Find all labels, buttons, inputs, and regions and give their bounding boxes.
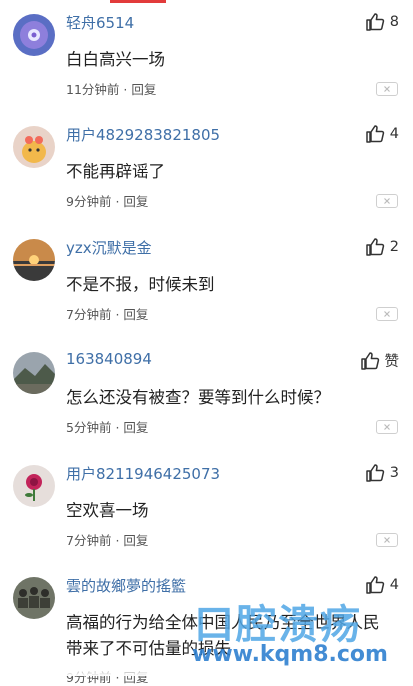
dismiss-button[interactable]: [376, 82, 398, 96]
reply-button[interactable]: 回复: [123, 307, 148, 322]
thumbs-up-icon: [365, 237, 385, 257]
dismiss-button[interactable]: [376, 420, 398, 434]
like-button[interactable]: 赞: [360, 350, 400, 371]
thumbs-up-icon: [360, 351, 380, 371]
like-button[interactable]: 3: [365, 463, 399, 483]
like-count: 3: [389, 465, 399, 481]
reply-button[interactable]: 回复: [131, 82, 156, 97]
comment-item: 163840894 怎么还没有被查？要等到什么时候？ 5分钟前 · 回复 赞: [0, 338, 413, 450]
comment-item: 雲的故鄉夢的搖籃 高福的行为给全体中国人民乃至全世界人民带来了不可估量的损失 9…: [0, 563, 413, 685]
dismiss-button[interactable]: [376, 533, 398, 547]
username[interactable]: yzx沉默是金: [66, 237, 152, 258]
separator: ·: [115, 533, 120, 548]
reply-button[interactable]: 回复: [123, 533, 148, 548]
comment-text: 高福的行为给全体中国人民乃至全世界人民带来了不可估量的损失: [66, 613, 380, 658]
user-avatar[interactable]: [13, 239, 55, 281]
comment-meta: 5分钟前 · 回复: [66, 417, 148, 436]
timestamp: 5分钟前: [66, 420, 112, 435]
username[interactable]: 轻舟6514: [66, 12, 134, 33]
like-button[interactable]: 2: [365, 237, 399, 257]
separator: ·: [115, 194, 120, 209]
thumbs-up-icon: [365, 463, 385, 483]
like-button[interactable]: 8: [365, 12, 399, 32]
timestamp: 7分钟前: [66, 307, 112, 322]
username[interactable]: 163840894: [66, 350, 152, 368]
reply-button[interactable]: 回复: [123, 194, 148, 209]
thumbs-up-icon: [365, 575, 385, 595]
separator: ·: [123, 82, 128, 97]
comment-text: 不能再辟谣了: [66, 162, 165, 181]
separator: ·: [115, 420, 120, 435]
comment-meta: 7分钟前 · 回复: [66, 304, 148, 323]
separator: ·: [115, 307, 120, 322]
bottom-fade: [0, 664, 413, 676]
thumbs-up-icon: [365, 124, 385, 144]
like-count: 4: [389, 126, 399, 142]
comment-meta: 7分钟前 · 回复: [66, 530, 148, 549]
like-count: 2: [389, 239, 399, 255]
comment-meta: 11分钟前 · 回复: [66, 79, 156, 98]
comment-text: 空欢喜一场: [66, 501, 149, 520]
dismiss-button[interactable]: [376, 307, 398, 321]
comment-text: 不是不报，时候未到: [66, 275, 215, 294]
comment-item: 用户4829283821805 不能再辟谣了 9分钟前 · 回复 4: [0, 112, 413, 224]
comment-text: 怎么还没有被查？要等到什么时候？: [66, 388, 330, 407]
dismiss-button[interactable]: [376, 194, 398, 208]
close-icon: [384, 537, 390, 543]
close-icon: [384, 424, 390, 430]
like-count: 赞: [384, 354, 400, 370]
comment-item: yzx沉默是金 不是不报，时候未到 7分钟前 · 回复 2: [0, 225, 413, 337]
user-avatar[interactable]: [13, 352, 55, 394]
timestamp: 11分钟前: [66, 82, 120, 97]
comment-item: 用户8211946425073 空欢喜一场 7分钟前 · 回复 3: [0, 451, 413, 563]
username[interactable]: 用户8211946425073: [66, 463, 220, 484]
user-avatar[interactable]: [13, 577, 55, 619]
timestamp: 7分钟前: [66, 533, 112, 548]
username[interactable]: 雲的故鄉夢的搖籃: [66, 575, 186, 596]
like-button[interactable]: 4: [365, 124, 399, 144]
comment-meta: 9分钟前 · 回复: [66, 191, 148, 210]
like-button[interactable]: 4: [365, 575, 399, 595]
close-icon: [384, 311, 390, 317]
user-avatar[interactable]: [13, 465, 55, 507]
reply-button[interactable]: 回复: [123, 420, 148, 435]
like-count: 4: [389, 577, 399, 593]
close-icon: [384, 86, 390, 92]
comment-item: 轻舟6514 白白高兴一场 11分钟前 · 回复 8: [0, 0, 413, 112]
close-icon: [384, 198, 390, 204]
username[interactable]: 用户4829283821805: [66, 124, 220, 145]
timestamp: 9分钟前: [66, 194, 112, 209]
comment-text: 白白高兴一场: [66, 50, 165, 69]
user-avatar[interactable]: [13, 126, 55, 168]
like-count: 8: [389, 14, 399, 30]
user-avatar[interactable]: [13, 14, 55, 56]
thumbs-up-icon: [365, 12, 385, 32]
